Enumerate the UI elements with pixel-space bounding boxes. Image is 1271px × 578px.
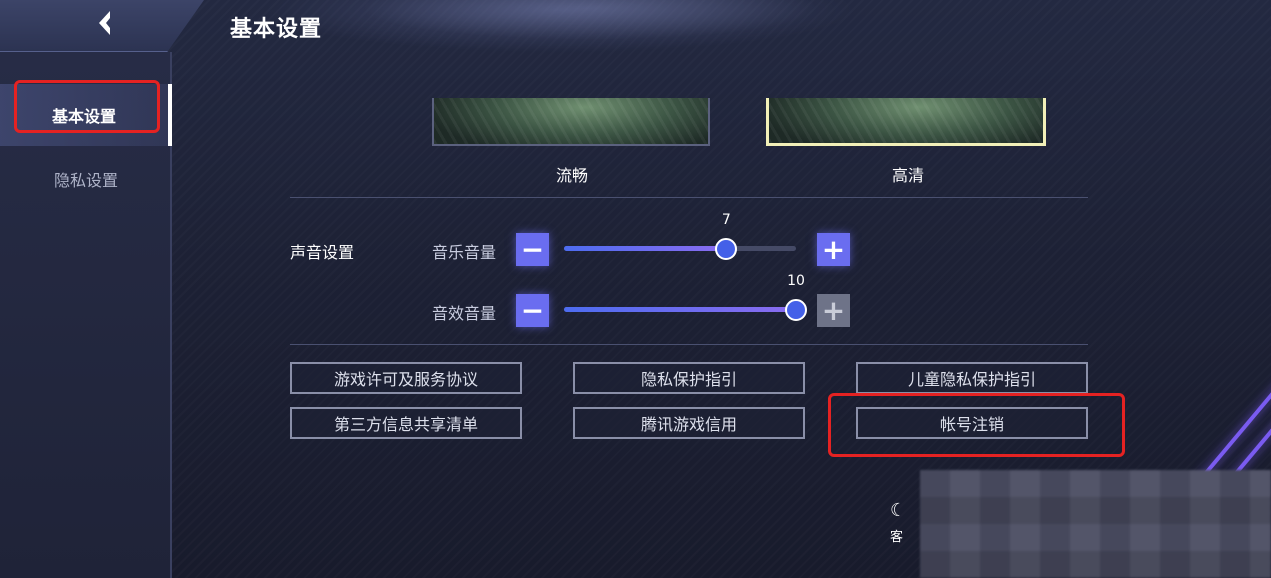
music-volume-slider[interactable]: 7 (564, 212, 796, 260)
top-bar: 基本设置 (0, 0, 1271, 52)
effects-volume-fill (564, 307, 796, 312)
tencent-game-credit-button[interactable]: 腾讯游戏信用 (573, 407, 805, 439)
privacy-guide-button[interactable]: 隐私保护指引 (573, 362, 805, 394)
effects-volume-increase-button[interactable]: + (817, 294, 850, 327)
minus-icon: − (520, 293, 545, 327)
effects-volume-knob[interactable] (785, 299, 807, 321)
child-privacy-guide-button[interactable]: 儿童隐私保护指引 (856, 362, 1088, 394)
music-volume-value: 7 (721, 212, 731, 228)
plus-icon: + (821, 232, 846, 266)
divider (290, 344, 1088, 345)
music-volume-increase-button[interactable]: + (817, 233, 850, 266)
account-deletion-button[interactable]: 帐号注销 (856, 407, 1088, 439)
quality-label-smooth: 流畅 (555, 166, 588, 185)
quality-preview-hd[interactable] (766, 98, 1046, 146)
sidebar: 基本设置 隐私设置 (0, 52, 172, 578)
sidebar-item-label: 基本设置 (51, 107, 116, 126)
customer-service-label[interactable]: 客 (890, 526, 903, 545)
music-volume-decrease-button[interactable]: − (516, 233, 549, 266)
page-title: 基本设置 (230, 17, 323, 42)
music-volume-label: 音乐音量 (432, 243, 497, 262)
sound-section-label: 声音设置 (290, 243, 355, 262)
third-party-sharing-button[interactable]: 第三方信息共享清单 (290, 407, 522, 439)
obscured-region (920, 470, 1271, 578)
game-license-button[interactable]: 游戏许可及服务协议 (290, 362, 522, 394)
effects-volume-value: 10 (787, 273, 805, 289)
plus-icon: + (821, 293, 846, 327)
back-arrow-icon (99, 11, 110, 35)
music-volume-fill (564, 246, 727, 251)
sidebar-item-label: 隐私设置 (53, 171, 118, 190)
minus-icon: − (520, 232, 545, 266)
sidebar-item-privacy-settings[interactable]: 隐私设置 (0, 148, 172, 210)
effects-volume-slider[interactable]: 10 (564, 273, 807, 321)
effects-volume-label: 音效音量 (432, 304, 497, 323)
top-decoration (360, 0, 820, 40)
quality-preview-smooth[interactable] (432, 98, 710, 146)
customer-service-icon[interactable]: ☾ (890, 500, 906, 521)
sidebar-item-basic-settings[interactable]: 基本设置 (0, 84, 172, 146)
divider (290, 197, 1088, 198)
quality-label-hd: 高清 (891, 166, 924, 185)
effects-volume-decrease-button[interactable]: − (516, 294, 549, 327)
back-button[interactable] (90, 6, 124, 40)
music-volume-knob[interactable] (715, 238, 738, 260)
